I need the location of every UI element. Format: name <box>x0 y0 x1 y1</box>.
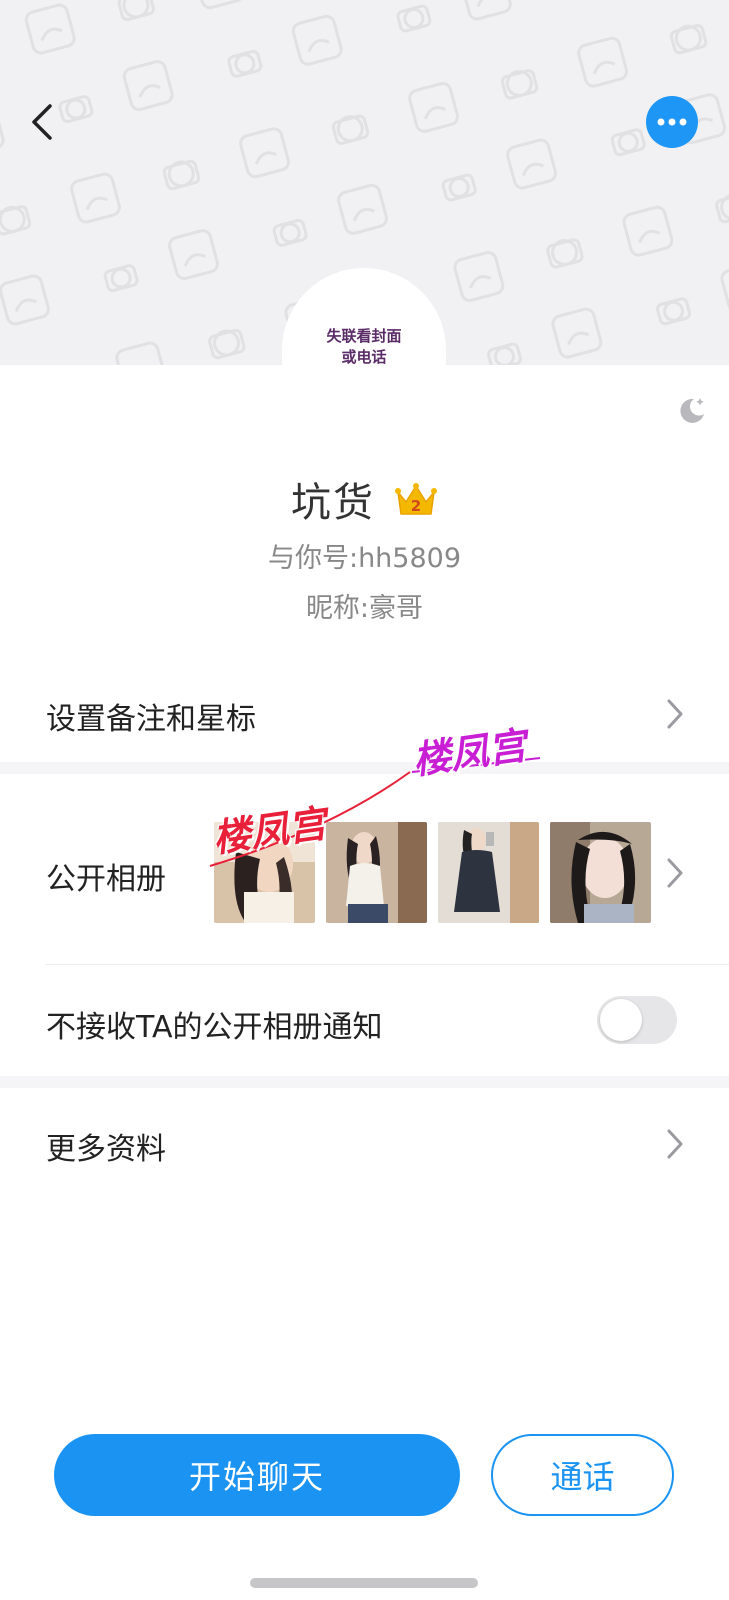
avatar-text-line1: 失联看封面 <box>326 327 402 345</box>
more-dots-icon <box>657 118 687 126</box>
album-notify-row: 不接收TA的公开相册通知 <box>0 966 729 1076</box>
album-notify-toggle[interactable] <box>597 996 677 1044</box>
album-photo-3[interactable] <box>438 822 539 923</box>
public-album-label: 公开相册 <box>46 862 166 897</box>
chevron-right-icon <box>667 1129 683 1159</box>
toggle-knob <box>600 999 642 1041</box>
more-info-row[interactable]: 更多资料 <box>0 1088 729 1198</box>
chevron-right-icon <box>667 699 683 729</box>
public-album-row[interactable]: 公开相册 <box>0 780 729 965</box>
album-photo-4[interactable] <box>550 822 651 923</box>
section-divider <box>0 1076 729 1088</box>
remark-star-row[interactable]: 设置备注和星标 <box>0 666 729 762</box>
more-info-label: 更多资料 <box>46 1132 166 1167</box>
profile-id: 与你号:hh5809 <box>267 543 462 574</box>
back-button[interactable] <box>22 98 62 146</box>
section-divider <box>0 762 729 774</box>
home-indicator[interactable] <box>250 1578 478 1588</box>
profile-nickname: 昵称:豪哥 <box>305 593 424 624</box>
row-divider <box>46 964 729 965</box>
album-notify-label: 不接收TA的公开相册通知 <box>46 1010 383 1045</box>
profile-name: 坑货 <box>290 480 375 526</box>
call-button[interactable]: 通话 <box>491 1434 674 1516</box>
chevron-right-icon <box>667 858 683 888</box>
crown-icon: 2 <box>395 483 438 515</box>
more-options-button[interactable] <box>646 96 698 148</box>
moon-star-icon[interactable] <box>676 394 708 426</box>
remark-star-label: 设置备注和星标 <box>46 702 256 737</box>
cover-image[interactable]: 失联看封面 或电话 <box>0 0 729 368</box>
chevron-left-icon <box>32 104 52 140</box>
album-photo-2[interactable] <box>326 822 427 923</box>
start-chat-button[interactable]: 开始聊天 <box>54 1434 460 1516</box>
profile-name-row: 坑货 2 <box>0 470 729 526</box>
avatar-text: 失联看封面 或电话 <box>282 326 446 368</box>
vip-level: 2 <box>411 497 421 515</box>
